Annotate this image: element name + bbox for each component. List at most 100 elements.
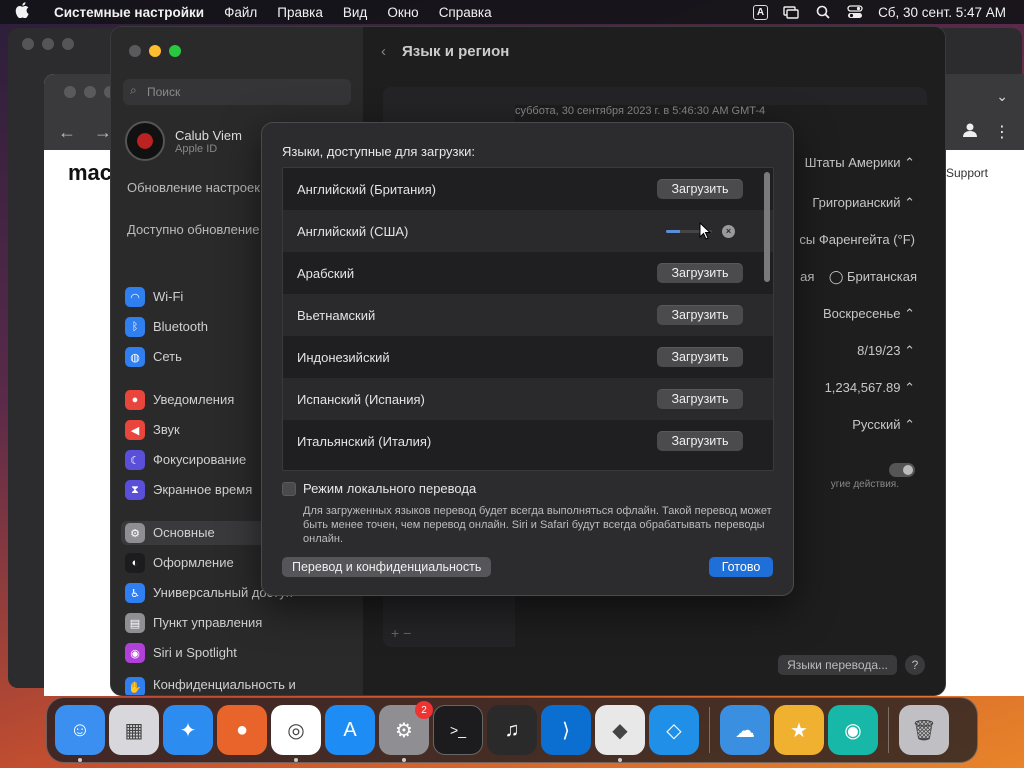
translation-privacy-button[interactable]: Перевод и конфиденциальность [282,557,492,577]
account-name: Calub Viem [175,127,242,143]
browser-window-controls [64,86,116,98]
more-menu-icon[interactable]: ⋮ [994,122,1010,143]
weather-icon[interactable]: ☁ [720,705,770,755]
language-row: Арабский Загрузить [283,252,773,294]
download-button[interactable]: Загрузить [657,263,743,283]
language-name: Испанский (Испания) [297,391,425,407]
sidebar-item-label: Wi-Fi [153,289,184,304]
language-list-scrollbar[interactable] [763,170,771,468]
app-store-icon[interactable]: A [325,705,375,755]
support-link[interactable]: Support [946,166,988,180]
first-day-select[interactable]: Воскресенье ⌃ [823,306,915,322]
search-icon[interactable] [814,5,832,19]
moon-icon: ☾ [125,450,145,470]
apple-menu-icon[interactable] [0,2,44,22]
toggle-note: угие действия. [830,479,899,490]
terminal-icon[interactable]: >_ [433,705,483,755]
hand-icon: ✋ [125,677,145,695]
sidebar-item[interactable]: ▤ Пункт управления [125,611,351,635]
date-format-select[interactable]: 8/19/23 ⌃ [857,343,915,359]
temperature-select[interactable]: сы Фаренгейта (°F) [799,232,915,247]
language-name: Английский (Британия) [297,181,436,197]
roblox-icon[interactable]: ◆ [595,705,645,762]
launchpad-icon[interactable]: ▦ [109,705,159,755]
menubar-clock[interactable]: Сб, 30 сент. 5:47 AM [878,5,1006,20]
safari-icon[interactable]: ✦ [163,705,213,755]
language-row: Индонезийский Загрузить [283,336,773,378]
sidebar-item-label: Сеть [153,349,182,364]
language-row: Итальянский (Италия) Загрузить [283,420,773,462]
help-button[interactable]: ? [905,655,925,675]
sidebar-item-label: Экранное время [153,482,253,497]
language-name: Индонезийский [297,349,390,365]
download-button[interactable]: Загрузить [657,179,743,199]
finder-icon[interactable]: ☺ [55,705,105,762]
appearance-icon: ◐ [125,553,145,573]
dock-separator [888,707,889,753]
menu-help[interactable]: Справка [429,5,502,20]
gear-icon: ⚙ [125,523,145,543]
cancel-download-icon[interactable]: × [722,224,735,238]
live-text-toggle[interactable] [889,463,915,477]
download-languages-dialog: Языки, доступные для загрузки: Английски… [261,122,794,596]
account-sub: Apple ID [175,142,218,155]
chevron-down-icon[interactable]: ⌄ [996,88,1008,105]
profile-icon[interactable] [962,122,978,143]
local-translation-checkbox[interactable] [282,481,296,496]
search-icon: ⌕ [130,83,137,97]
running-indicator [402,758,406,762]
input-source-icon[interactable]: A [752,4,769,20]
speaker-icon: ◀ [125,420,145,440]
number-format-select[interactable]: 1,234,567.89 ⌃ [825,380,915,396]
chrome-icon[interactable]: ◎ [271,705,321,762]
control-center-icon[interactable] [846,5,864,19]
sidebar-item-label: Фокусирование [153,452,247,467]
apple-id-account[interactable]: Calub Viem Apple ID [125,121,242,161]
sidebar-search-input[interactable]: ⌕ Поиск [123,79,351,105]
sidebar-item[interactable]: ◉ Siri и Spotlight [125,641,351,665]
menu-view[interactable]: Вид [333,5,377,20]
garageband-icon[interactable]: ♫ [487,705,537,755]
language-name: Итальянский (Италия) [297,433,432,449]
measurement-options[interactable]: ая ◯ Британская [800,269,917,285]
notification-badge: 2 [415,701,433,719]
vscode-icon[interactable]: ⟩ [541,705,591,755]
language-row: Английский (Британия) Загрузить [283,168,773,210]
back-arrow-icon[interactable]: ← [58,122,76,143]
sidebar-item-label: Уведомления [153,392,235,407]
add-remove-buttons[interactable]: + − [391,625,411,641]
close-button[interactable] [129,45,141,57]
done-button[interactable]: Готово [709,557,773,577]
sidebar-item[interactable]: ✋ Конфиденциальность и безопасность [125,677,351,695]
translation-languages-button[interactable]: Языки перевода... [778,655,897,675]
local-translation-option[interactable]: Режим локального перевода [282,481,476,496]
siri-icon: ◉ [125,643,145,663]
download-button[interactable]: Загрузить [657,347,743,367]
download-button[interactable]: Загрузить [657,389,743,409]
window-controls [22,38,74,50]
firefox-icon[interactable]: ● [217,705,267,755]
menu-file[interactable]: Файл [214,5,267,20]
menu-edit[interactable]: Правка [267,5,333,20]
game-icon[interactable]: ★ [774,705,824,755]
camera-icon[interactable]: ◉ [828,705,878,755]
region-select[interactable]: Штаты Америки ⌃ [805,155,915,171]
menu-window[interactable]: Окно [377,5,428,20]
dialog-title: Языки, доступные для загрузки: [282,144,476,159]
download-button[interactable]: Загрузить [657,305,743,325]
list-order-select[interactable]: Русский ⌃ [852,417,915,433]
back-button[interactable]: ‹ [381,43,386,60]
globe-icon: ◍ [125,347,145,367]
minimize-button[interactable] [149,45,161,57]
zoom-button[interactable] [169,45,181,57]
screen-mirroring-icon[interactable] [782,5,800,19]
download-button[interactable]: Загрузить [657,431,743,451]
roblox-studio-icon[interactable]: ◇ [649,705,699,755]
app-menu[interactable]: Системные настройки [44,5,214,20]
language-row: Вьетнамский Загрузить [283,294,773,336]
trash-icon[interactable]: 🗑 [899,705,949,755]
system-settings-icon[interactable]: ⚙ 2 [379,701,433,762]
running-indicator [78,758,82,762]
calendar-select[interactable]: Григорианский ⌃ [812,195,915,211]
running-indicator [618,758,622,762]
